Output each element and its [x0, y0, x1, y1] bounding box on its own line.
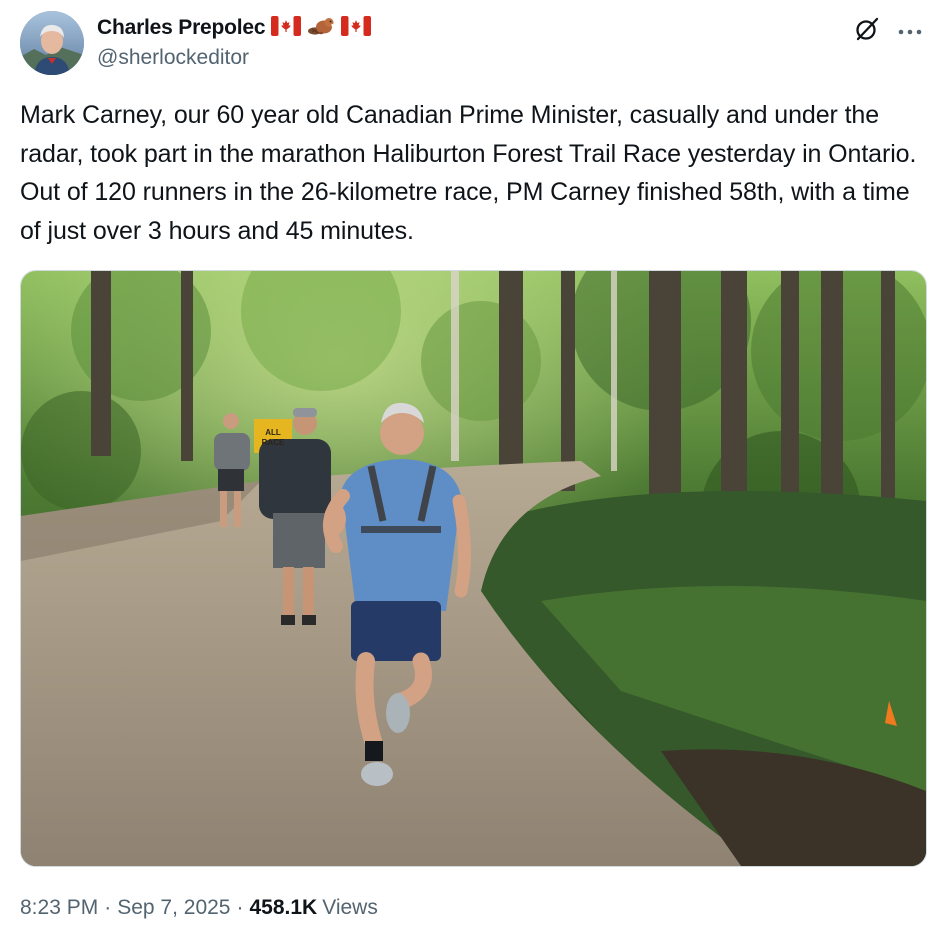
trail-sign-line1: ALL	[265, 428, 281, 437]
trail-sign-line2: RACE	[262, 438, 285, 447]
meta-separator: ·	[236, 896, 244, 919]
tweet-meta: 8:23 PM · Sep 7, 2025 · 458.1K Views	[20, 896, 378, 920]
views-count[interactable]: 458.1K	[249, 896, 317, 920]
beaver-icon	[307, 15, 335, 42]
author-display-name[interactable]: Charles Prepolec	[97, 16, 266, 40]
tweet-time[interactable]: 8:23 PM	[20, 896, 98, 920]
tweet-card: Charles Prepolec @sherlockeditor Mark Ca…	[0, 0, 942, 936]
tweet-text: Mark Carney, our 60 year old Canadian Pr…	[20, 101, 917, 245]
avatar[interactable]	[20, 11, 84, 75]
tweet-photo[interactable]: ALL RACE	[20, 270, 927, 867]
more-icon[interactable]	[898, 23, 922, 41]
views-label[interactable]: Views	[322, 896, 378, 920]
author-handle[interactable]: @sherlockeditor	[97, 46, 249, 70]
tweet-date[interactable]: Sep 7, 2025	[117, 896, 230, 920]
grok-icon[interactable]	[854, 16, 880, 47]
tweet-header-actions	[854, 16, 922, 47]
canada-flag-icon	[271, 15, 302, 41]
meta-separator: ·	[104, 896, 112, 919]
author-name-row[interactable]: Charles Prepolec	[97, 14, 372, 42]
canada-flag-icon	[341, 15, 372, 41]
